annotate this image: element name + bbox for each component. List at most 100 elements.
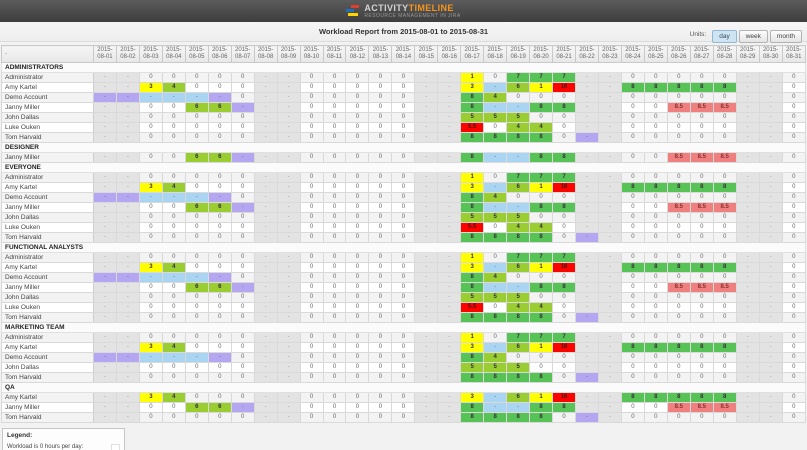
workload-cell: - [277,413,300,423]
workload-cell: 0 [713,273,736,283]
workload-cell: 0 [392,93,415,103]
workload-cell: 1 [461,253,484,263]
workload-cell: 0 [782,333,805,343]
workload-cell: 0 [621,73,644,83]
workload-cell: 0 [185,83,208,93]
workload-cell: 0 [621,373,644,383]
date-column-header: 2015-08-25 [644,46,667,63]
workload-cell: - [116,293,139,303]
workload-cell: 8 [713,83,736,93]
workload-cell: 0 [346,213,369,223]
workload-cell: 0 [323,83,346,93]
workload-cell: 0 [231,233,254,243]
workload-cell: 8 [667,343,690,353]
workload-table: -2015-08-012015-08-022015-08-032015-08-0… [1,45,806,423]
workload-cell: 0 [323,353,346,363]
workload-cell: 0 [300,133,323,143]
workload-cell: 0 [185,393,208,403]
workload-cell: 0 [231,413,254,423]
workload-cell: 0 [553,313,576,323]
workload-cell: 0 [139,203,162,213]
workload-cell: 0 [369,213,392,223]
workload-cell: - [736,153,759,163]
workload-cell: 0 [484,303,507,313]
table-row: Demo Account------0--00000--84000--00000… [2,193,806,203]
workload-cell: 0 [139,123,162,133]
workload-cell: 6 [208,203,231,213]
date-column-header: 2015-08-26 [667,46,690,63]
workload-cell: - [94,203,117,213]
logo-word-timeline: TIMELINE [409,3,454,13]
workload-cell: 5 [461,293,484,303]
workload-cell: 0 [484,223,507,233]
workload-cell: - [254,193,277,203]
workload-cell: 0 [346,73,369,83]
workload-cell: 8 [553,283,576,293]
units-week-button[interactable]: week [739,30,768,43]
workload-cell: 0 [690,213,713,223]
workload-cell: - [116,363,139,373]
units-month-button[interactable]: month [770,30,802,43]
workload-cell: 0 [667,413,690,423]
workload-cell: - [438,233,461,243]
workload-cell: 0 [139,213,162,223]
workload-cell: - [415,133,438,143]
workload-cell: 8 [530,413,553,423]
workload-cell: - [576,193,599,203]
workload-cell: 0 [553,123,576,133]
table-row: Administrator--00000--00000--10777--0000… [2,73,806,83]
person-name-cell: Administrator [2,73,94,83]
workload-cell: 0 [392,283,415,293]
workload-cell: - [438,153,461,163]
table-row: Tom Harvald--00000--00000--88880--00000-… [2,313,806,323]
workload-cell: - [415,173,438,183]
workload-cell: 0 [139,103,162,113]
workload-cell: 0 [231,303,254,313]
workload-cell: 0 [346,233,369,243]
workload-cell: 0 [713,333,736,343]
workload-cell: 0 [713,133,736,143]
workload-cell: 1 [530,83,553,93]
workload-cell: 0 [369,303,392,313]
workload-cell: 0 [392,133,415,143]
workload-cell: 0 [231,83,254,93]
workload-cell: 0 [231,123,254,133]
workload-cell: 0 [644,333,667,343]
workload-cell: 0 [369,123,392,133]
workload-cell: - [759,183,782,193]
workload-cell: 0 [231,353,254,363]
workload-cell: 8 [644,83,667,93]
workload-cell: - [759,373,782,383]
workload-cell: 0 [323,413,346,423]
workload-cell: - [576,133,599,143]
date-column-header: 2015-08-31 [782,46,805,63]
workload-cell: - [254,83,277,93]
workload-cell: - [736,343,759,353]
workload-cell: 0 [139,73,162,83]
workload-cell: 0 [369,103,392,113]
workload-cell: 0 [782,83,805,93]
workload-cell: - [254,103,277,113]
workload-cell: - [277,93,300,103]
workload-cell: 8 [461,273,484,283]
workload-cell: - [736,273,759,283]
units-day-button[interactable]: day [712,30,736,43]
workload-cell: 8 [553,203,576,213]
workload-cell: - [254,153,277,163]
workload-cell: - [507,403,530,413]
workload-cell: 4 [162,393,185,403]
workload-cell: - [759,283,782,293]
workload-cell: 0 [392,413,415,423]
workload-cell: - [598,353,621,363]
workload-cell: 8.5 [667,153,690,163]
person-name-cell: Tom Harvald [2,233,94,243]
workload-cell: 3 [461,343,484,353]
workload-cell: 0 [369,223,392,233]
workload-cell: - [277,373,300,383]
workload-cell: 0 [644,253,667,263]
date-column-header: 2015-08-19 [507,46,530,63]
workload-cell: - [576,343,599,353]
person-name-cell: John Dallas [2,213,94,223]
workload-cell: 4 [484,93,507,103]
workload-cell: - [231,283,254,293]
